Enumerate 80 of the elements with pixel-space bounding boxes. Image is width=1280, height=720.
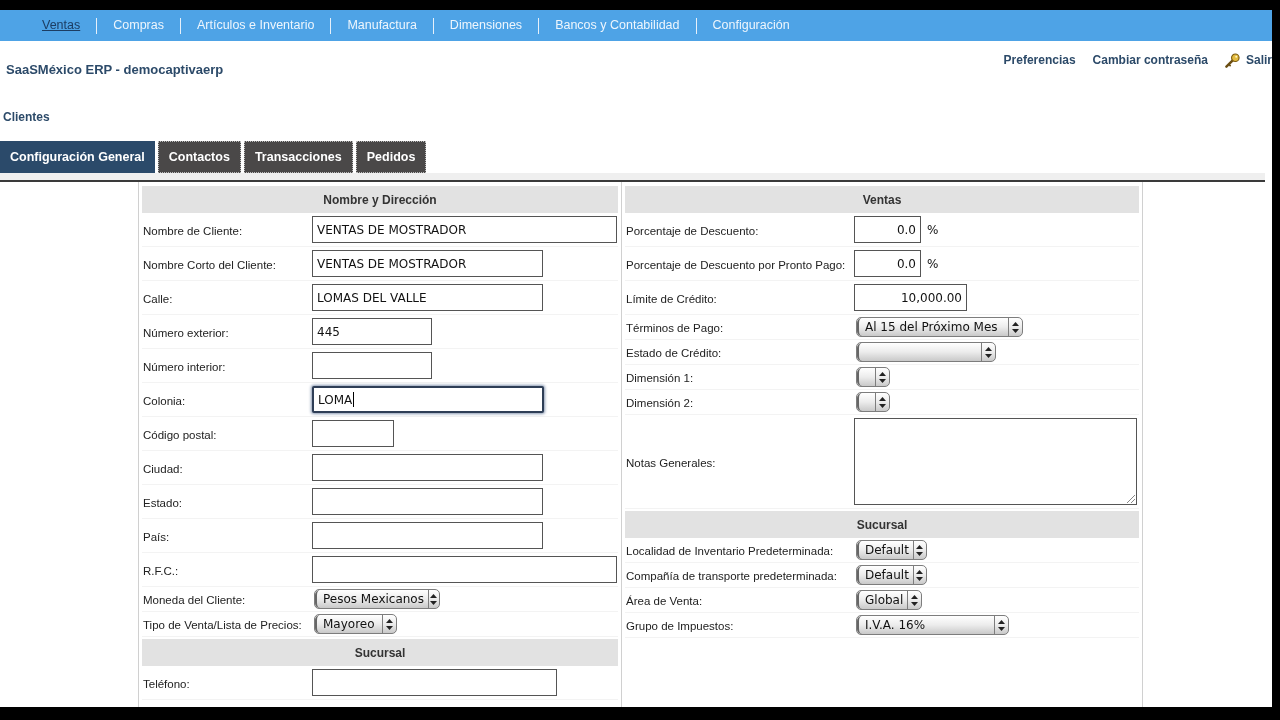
text-field[interactable]: LOMAS DEL VALLE	[312, 284, 543, 311]
field-label: Número exterior:	[143, 326, 229, 339]
app-title: SaaSMéxico ERP - democaptivaerp	[6, 61, 224, 79]
tab[interactable]: Transacciones	[243, 141, 353, 173]
updown-arrows-icon	[430, 593, 438, 605]
text-field[interactable]	[312, 522, 543, 549]
section-header: Ventas	[625, 186, 1139, 213]
field-label: Teléfono:	[143, 677, 190, 690]
section-header: Nombre y Dirección	[142, 186, 618, 213]
updown-arrows-icon	[386, 618, 393, 630]
field-label: Grupo de Impuestos:	[626, 620, 734, 632]
key-icon	[1225, 52, 1240, 68]
text-field[interactable]	[312, 420, 394, 447]
text-field[interactable]	[312, 488, 543, 515]
header-link[interactable]: Preferencias	[1003, 51, 1076, 69]
text-field[interactable]	[312, 669, 557, 696]
dropdown-select[interactable]	[856, 367, 890, 387]
field-label: Calle:	[143, 292, 173, 305]
unit-label: %	[927, 255, 939, 273]
unit-label: %	[927, 221, 939, 239]
updown-arrows-icon	[916, 569, 924, 581]
field-label: Localidad de Inventario Predeterminada:	[626, 545, 834, 557]
updown-arrows-icon	[985, 346, 992, 358]
dropdown-select[interactable]: Mayoreo	[314, 614, 397, 634]
field-label: Número interior:	[143, 360, 226, 373]
text-field[interactable]: LOMA	[312, 386, 544, 413]
field-label: País:	[143, 530, 170, 543]
tab[interactable]: Pedidos	[355, 141, 427, 173]
field-label: Dimensión 2:	[626, 397, 694, 409]
updown-arrows-icon	[1012, 321, 1019, 333]
dropdown-select[interactable]: Pesos Mexicanos	[314, 589, 440, 609]
text-field[interactable]: 0.0	[854, 216, 921, 243]
field-label: Porcentaje de Descuento por Pronto Pago:	[626, 258, 846, 271]
field-label: Dimensión 1:	[626, 372, 694, 384]
text-field[interactable]	[312, 556, 617, 583]
dropdown-select[interactable]: Default	[856, 565, 927, 585]
tab[interactable]: Contactos	[157, 141, 241, 173]
page-title: Clientes	[3, 110, 50, 124]
field-label: Límite de Crédito:	[626, 292, 717, 305]
field-label: Porcentaje de Descuento:	[626, 224, 759, 237]
text-field[interactable]: 445	[312, 318, 432, 345]
updown-arrows-icon	[916, 544, 924, 556]
field-label: Nombre de Cliente:	[143, 224, 243, 237]
updown-arrows-icon	[911, 594, 919, 606]
field-label: Área de Venta:	[626, 595, 703, 607]
resize-grip-icon	[1127, 495, 1135, 503]
section-header: Sucursal	[625, 511, 1139, 538]
dropdown-select[interactable]: Default	[856, 540, 927, 560]
text-field[interactable]: 0.0	[854, 250, 921, 277]
updown-arrows-icon	[998, 619, 1005, 631]
field-label: Tipo de Venta/Lista de Precios:	[143, 619, 302, 631]
field-label: Moneda del Cliente:	[143, 594, 246, 606]
field-label: Términos de Pago:	[626, 322, 724, 334]
dropdown-select[interactable]: Global	[856, 590, 922, 610]
text-field[interactable]	[312, 454, 543, 481]
tab[interactable]: Configuración General	[0, 141, 155, 173]
text-field[interactable]	[312, 352, 432, 379]
section-header: Sucursal	[142, 639, 618, 666]
field-label: Estado:	[143, 496, 182, 509]
text-cursor-icon	[353, 392, 355, 407]
dropdown-select[interactable]: Al 15 del Próximo Mes	[856, 317, 1023, 337]
field-label: Nombre Corto del Cliente:	[143, 258, 276, 271]
text-field[interactable]: 10,000.00	[854, 284, 967, 311]
menu-item[interactable]: Ventas	[42, 16, 81, 35]
text-field[interactable]: VENTAS DE MOSTRADOR	[312, 250, 543, 277]
field-label: Compañía de transporte predeterminada:	[626, 570, 837, 582]
field-label: Estado de Crédito:	[626, 347, 722, 359]
field-label: Ciudad:	[143, 462, 183, 475]
field-label: Notas Generales:	[626, 456, 716, 469]
field-label: Código postal:	[143, 428, 217, 441]
header-link[interactable]: Cambiar contraseña	[1092, 51, 1208, 69]
dropdown-select[interactable]: I.V.A. 16%	[856, 615, 1009, 635]
field-label: Colonia:	[143, 394, 186, 407]
logout-link[interactable]: Salir	[1225, 51, 1272, 69]
updown-arrows-icon	[879, 396, 886, 408]
dropdown-select[interactable]	[856, 392, 890, 412]
updown-arrows-icon	[879, 371, 886, 383]
field-label: R.F.C.:	[143, 564, 179, 577]
text-field[interactable]: VENTAS DE MOSTRADOR	[312, 216, 617, 243]
notes-textarea[interactable]	[854, 418, 1137, 505]
